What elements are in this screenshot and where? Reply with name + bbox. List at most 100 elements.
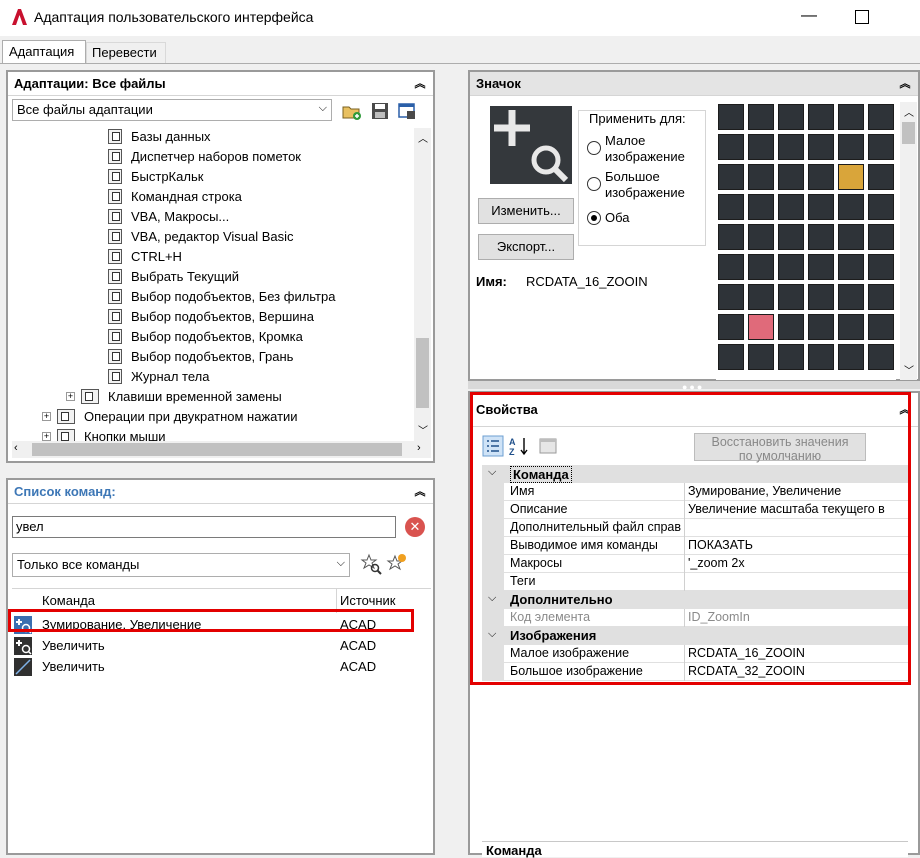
find-command-icon[interactable]: [360, 553, 382, 575]
command-filter-select[interactable]: Только все команды ⌵: [12, 553, 350, 577]
tab-transfer[interactable]: Перевести: [86, 42, 166, 64]
scroll-up-icon[interactable]: ︿: [418, 130, 428, 145]
image-tile[interactable]: [808, 104, 834, 130]
radio-small-image[interactable]: [587, 141, 601, 155]
image-tile[interactable]: [868, 134, 894, 160]
image-tile[interactable]: [808, 164, 834, 190]
image-tile[interactable]: [838, 164, 864, 190]
image-tile[interactable]: [838, 254, 864, 280]
image-tile[interactable]: [778, 104, 804, 130]
tree-item-expandable[interactable]: + Кнопки мыши: [42, 428, 166, 441]
tree-item[interactable]: Выбрать Текущий: [108, 268, 239, 288]
image-tile[interactable]: [808, 314, 834, 340]
tree-item[interactable]: Выбор подобъектов, Вершина: [108, 308, 314, 328]
tree-item[interactable]: Выбор подобъектов, Кромка: [108, 328, 303, 348]
radio-both[interactable]: [587, 211, 601, 225]
image-tile[interactable]: [778, 164, 804, 190]
customization-file-select[interactable]: Все файлы адаптации ⌵: [12, 99, 332, 121]
image-tile[interactable]: [718, 344, 744, 370]
open-file-icon[interactable]: [342, 101, 362, 121]
tree-item[interactable]: Журнал тела: [108, 368, 209, 388]
image-tile[interactable]: [778, 344, 804, 370]
image-tile[interactable]: [868, 314, 894, 340]
tree-item[interactable]: VBA, Макросы...: [108, 208, 229, 228]
tree-item-expandable[interactable]: + Клавиши временной замены: [66, 388, 282, 408]
image-tile[interactable]: [718, 314, 744, 340]
tab-customize[interactable]: Адаптация: [2, 40, 86, 64]
scroll-down-icon[interactable]: ﹀: [904, 362, 914, 377]
command-search-input[interactable]: увел: [12, 516, 396, 538]
image-tile[interactable]: [778, 224, 804, 250]
image-tile[interactable]: [868, 254, 894, 280]
edit-image-button[interactable]: Изменить...: [478, 198, 574, 224]
image-tile[interactable]: [868, 194, 894, 220]
image-tile[interactable]: [868, 224, 894, 250]
image-tile[interactable]: [718, 104, 744, 130]
image-tile[interactable]: [868, 164, 894, 190]
image-tile[interactable]: [718, 224, 744, 250]
scroll-down-icon[interactable]: ﹀: [418, 422, 428, 437]
command-row[interactable]: Увеличить ACAD: [12, 657, 412, 677]
image-tile[interactable]: [868, 344, 894, 370]
image-tile[interactable]: [838, 314, 864, 340]
scroll-left-icon[interactable]: ‹: [14, 442, 18, 454]
image-tile[interactable]: [838, 284, 864, 310]
tree-item[interactable]: Диспетчер наборов пометок: [108, 148, 301, 168]
image-tile[interactable]: [778, 314, 804, 340]
image-tile[interactable]: [748, 194, 774, 220]
command-row[interactable]: Увеличить ACAD: [12, 636, 412, 656]
image-tile[interactable]: [778, 254, 804, 280]
image-tile[interactable]: [718, 284, 744, 310]
tree-item-expandable[interactable]: + Операции при двукратном нажатии: [42, 408, 298, 428]
tree-item[interactable]: CTRL+H: [108, 248, 182, 268]
tree-item[interactable]: Командная строка: [108, 188, 242, 208]
image-tile[interactable]: [718, 194, 744, 220]
tree-item[interactable]: Выбор подобъектов, Без фильтра: [108, 288, 335, 308]
tree-item[interactable]: VBA, редактор Visual Basic: [108, 228, 294, 248]
image-tile[interactable]: [808, 224, 834, 250]
tree-item[interactable]: Базы данных: [108, 128, 211, 148]
image-tile[interactable]: [748, 344, 774, 370]
scroll-up-icon[interactable]: ︿: [904, 104, 914, 119]
image-tile[interactable]: [808, 284, 834, 310]
image-tile[interactable]: [778, 134, 804, 160]
image-tile[interactable]: [868, 284, 894, 310]
image-tile[interactable]: [718, 134, 744, 160]
expand-plus-icon[interactable]: +: [66, 392, 75, 402]
collapse-up-icon[interactable]: ︽: [413, 485, 427, 499]
image-tile[interactable]: [808, 134, 834, 160]
scroll-thumb[interactable]: [902, 122, 915, 144]
image-tile[interactable]: [868, 104, 894, 130]
image-tile[interactable]: [778, 194, 804, 220]
image-tile[interactable]: [808, 344, 834, 370]
maximize-button[interactable]: [852, 6, 872, 28]
tree-item[interactable]: Выбор подобъектов, Грань: [108, 348, 293, 368]
image-tile[interactable]: [838, 344, 864, 370]
panel-splitter[interactable]: ●●●: [468, 381, 920, 392]
tree-item[interactable]: БыстрКальк: [108, 168, 203, 188]
image-tile[interactable]: [748, 134, 774, 160]
image-tile[interactable]: [748, 314, 774, 340]
minimize-button[interactable]: —: [798, 4, 820, 28]
image-tile[interactable]: [838, 194, 864, 220]
clear-search-icon[interactable]: ✕: [405, 517, 425, 537]
image-tile[interactable]: [748, 254, 774, 280]
save-icon[interactable]: [370, 101, 390, 121]
image-tile[interactable]: [718, 164, 744, 190]
scroll-thumb[interactable]: [32, 443, 402, 456]
collapse-up-icon[interactable]: ︽: [898, 77, 912, 91]
collapse-up-icon[interactable]: ︽: [413, 77, 427, 91]
image-tile[interactable]: [748, 284, 774, 310]
scroll-thumb[interactable]: [416, 338, 429, 408]
radio-large-image[interactable]: [587, 177, 601, 191]
image-grid-scrollbar[interactable]: ︿ ﹀: [900, 102, 917, 380]
expand-plus-icon[interactable]: +: [42, 432, 51, 441]
image-tile[interactable]: [808, 254, 834, 280]
create-command-icon[interactable]: [386, 553, 408, 575]
export-image-button[interactable]: Экспорт...: [478, 234, 574, 260]
window-display-icon[interactable]: [397, 101, 417, 121]
image-tile[interactable]: [838, 134, 864, 160]
image-tile[interactable]: [718, 254, 744, 280]
image-tile[interactable]: [748, 164, 774, 190]
tree-horizontal-scrollbar[interactable]: ‹ ›: [12, 441, 431, 458]
